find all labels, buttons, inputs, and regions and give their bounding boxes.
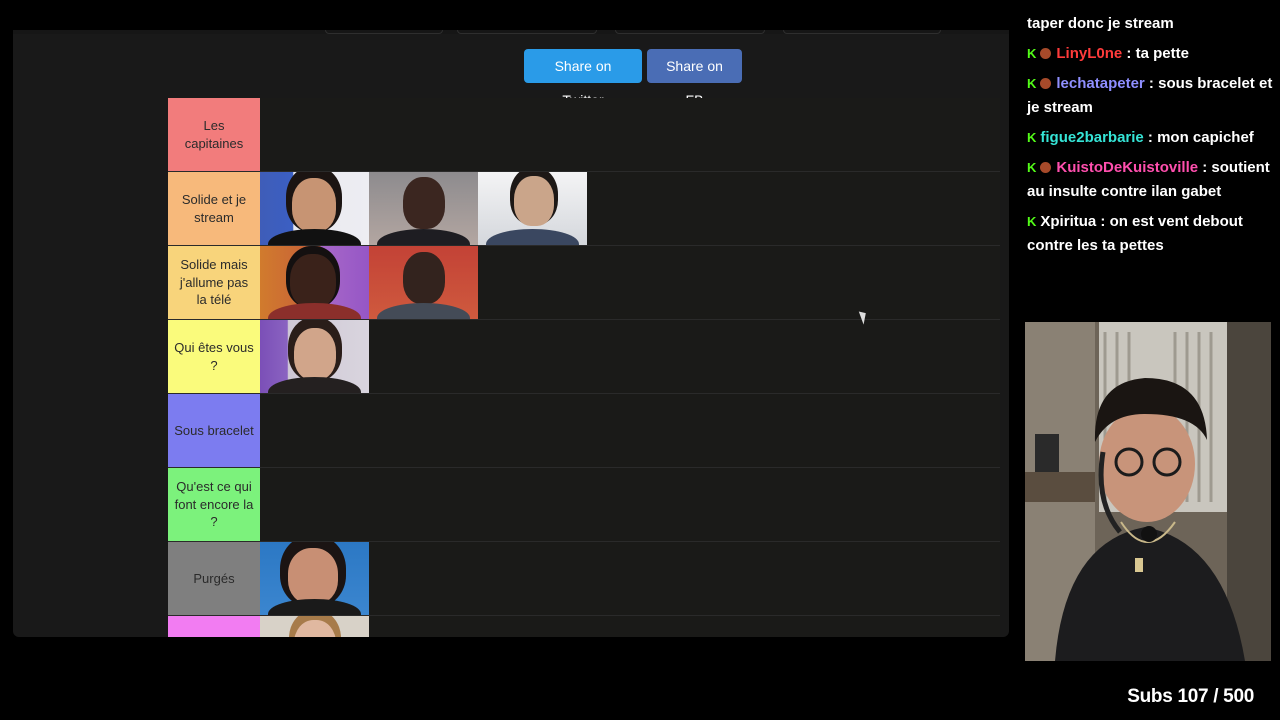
politician-portrait-tile[interactable] bbox=[478, 172, 587, 245]
share-on-fb-button[interactable]: Share on FB bbox=[647, 49, 742, 108]
kick-badge-icon: K bbox=[1027, 214, 1037, 229]
sub-badge-icon bbox=[1040, 162, 1052, 173]
tier-row-partial bbox=[168, 616, 1000, 637]
tier-row: Solide et je stream bbox=[168, 172, 1000, 246]
chat-text: : ta pette bbox=[1122, 45, 1189, 62]
kick-badge-icon: K bbox=[1027, 130, 1037, 145]
tier-list-browser-window: Share on Twitter Share on FB Les capitai… bbox=[13, 30, 1009, 637]
tier-row: Purgés bbox=[168, 542, 1000, 616]
share-buttons: Share on Twitter Share on FB bbox=[524, 49, 742, 108]
politician-portrait-tile[interactable] bbox=[260, 320, 369, 393]
webcam-illustration bbox=[1025, 322, 1271, 661]
stream-chat: taper donc je stream K LinyL0ne : ta pett… bbox=[1020, 15, 1280, 264]
share-on-twitter-button[interactable]: Share on Twitter bbox=[524, 49, 642, 108]
tier-items[interactable] bbox=[260, 394, 1000, 467]
chat-text: : mon capichef bbox=[1143, 129, 1254, 146]
tier-row: Qu'est ce qui font encore la ? bbox=[168, 468, 1000, 542]
partially-visible-button[interactable] bbox=[457, 30, 597, 34]
chat-message: Klechatapeter : sous bracelet et je stre… bbox=[1020, 72, 1280, 120]
chat-username[interactable]: KuistoDeKuistoville bbox=[1056, 159, 1198, 176]
tier-row: Sous bracelet bbox=[168, 394, 1000, 468]
kick-badge-icon: K bbox=[1027, 160, 1037, 175]
tier-row: Les capitaines bbox=[168, 98, 1000, 172]
chat-username[interactable]: Xpiritua bbox=[1040, 213, 1096, 230]
partially-visible-button[interactable] bbox=[325, 30, 443, 34]
tier-label[interactable]: Qu'est ce qui font encore la ? bbox=[168, 468, 260, 541]
tier-items[interactable] bbox=[260, 246, 1000, 319]
tier-items[interactable] bbox=[260, 320, 1000, 393]
chat-message: taper donc je stream bbox=[1020, 12, 1280, 36]
tier-row: Solide mais j'allume pas la télé bbox=[168, 246, 1000, 320]
chat-text: taper donc je stream bbox=[1027, 15, 1174, 32]
tier-label[interactable]: Purgés bbox=[168, 542, 260, 615]
tier-label[interactable] bbox=[168, 616, 260, 637]
politician-portrait-tile[interactable] bbox=[260, 616, 369, 637]
tier-items[interactable] bbox=[260, 468, 1000, 541]
chat-message: Kfigue2barbarie : mon capichef bbox=[1020, 126, 1280, 150]
subs-goal-counter: Subs 107 / 500 bbox=[1127, 686, 1254, 707]
streamer-webcam bbox=[1025, 322, 1271, 661]
sub-badge-icon bbox=[1040, 78, 1052, 89]
chat-username[interactable]: figue2barbarie bbox=[1040, 129, 1143, 146]
chat-username[interactable]: LinyL0ne bbox=[1056, 45, 1122, 62]
tier-label[interactable]: Les capitaines bbox=[168, 98, 260, 171]
tier-label[interactable]: Qui êtes vous ? bbox=[168, 320, 260, 393]
chat-message: K KuistoDeKuistoville : soutient au insul… bbox=[1020, 156, 1280, 204]
partially-visible-button[interactable] bbox=[615, 30, 765, 34]
tier-label[interactable]: Sous bracelet bbox=[168, 394, 260, 467]
politician-portrait-tile[interactable] bbox=[260, 542, 369, 615]
tier-items[interactable] bbox=[260, 542, 1000, 615]
partially-visible-button[interactable] bbox=[783, 30, 941, 34]
chat-message: K Xpiritua : on est vent debout contre le… bbox=[1020, 210, 1280, 258]
politician-portrait-tile[interactable] bbox=[260, 172, 369, 245]
kick-badge-icon: K bbox=[1027, 76, 1037, 91]
tier-items[interactable] bbox=[260, 98, 1000, 171]
chat-username[interactable]: lechatapeter bbox=[1056, 75, 1144, 92]
stream-scene: Share on Twitter Share on FB Les capitai… bbox=[0, 0, 1280, 720]
kick-badge-icon: K bbox=[1027, 46, 1037, 61]
politician-portrait-tile[interactable] bbox=[369, 246, 478, 319]
tier-label[interactable]: Solide et je stream bbox=[168, 172, 260, 245]
tier-row: Qui êtes vous ? bbox=[168, 320, 1000, 394]
sub-badge-icon bbox=[1040, 48, 1052, 59]
tier-items[interactable] bbox=[260, 616, 1000, 637]
politician-portrait-tile[interactable] bbox=[260, 246, 369, 319]
chat-message: K LinyL0ne : ta pette bbox=[1020, 42, 1280, 66]
tier-label[interactable]: Solide mais j'allume pas la télé bbox=[168, 246, 260, 319]
tier-list: Les capitaines Solide et je stream Solid… bbox=[168, 98, 1000, 637]
politician-portrait-tile[interactable] bbox=[369, 172, 478, 245]
tier-items[interactable] bbox=[260, 172, 1000, 245]
